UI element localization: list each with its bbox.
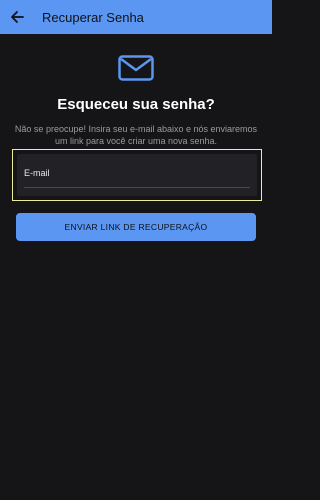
mail-icon xyxy=(118,55,154,81)
email-field[interactable]: E-mail xyxy=(12,149,262,201)
app-bar: Recuperar Senha xyxy=(0,0,272,34)
email-underline xyxy=(24,187,250,188)
heading: Esqueceu sua senha? xyxy=(57,96,215,113)
send-recovery-link-button[interactable]: ENVIAR LINK DE RECUPERAÇÃO xyxy=(16,213,256,241)
description-text: Não se preocupe! Insira seu e-mail abaix… xyxy=(14,124,258,146)
email-input-container[interactable]: E-mail xyxy=(17,154,257,196)
arrow-left-icon xyxy=(11,11,24,23)
page-title: Recuperar Senha xyxy=(42,9,144,25)
email-label: E-mail xyxy=(24,168,50,178)
back-button[interactable] xyxy=(0,0,34,34)
